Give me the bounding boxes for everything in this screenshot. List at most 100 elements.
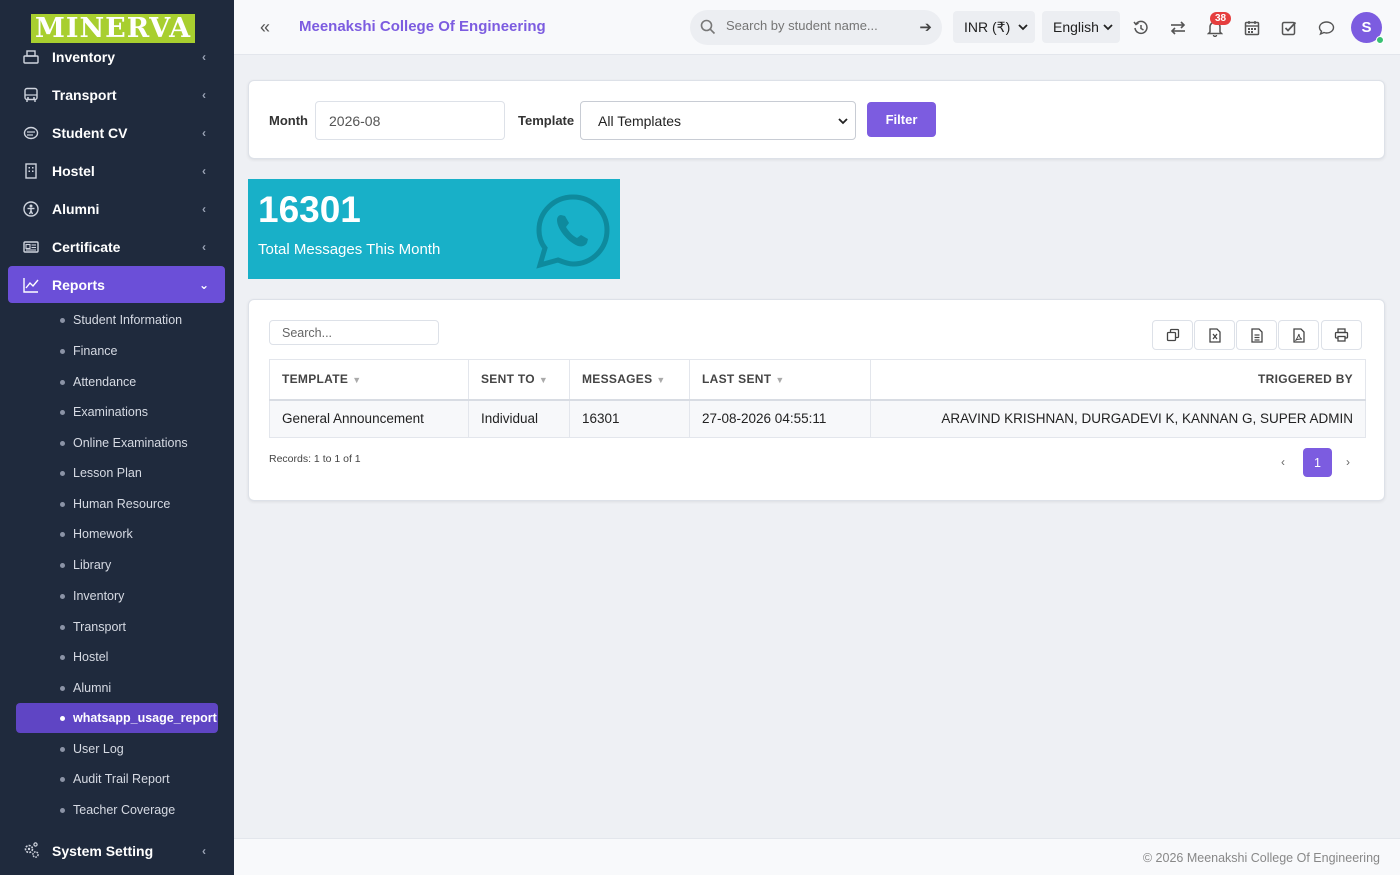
sidebar-subitem[interactable]: Homework [16, 519, 218, 549]
sidebar-subitem[interactable]: Library [16, 550, 218, 580]
bullet-icon [60, 562, 65, 568]
search-icon [700, 19, 716, 40]
chevron-left-icon: ‹ [202, 163, 206, 178]
sidebar-item-transport[interactable]: Transport ‹ [8, 76, 225, 113]
bullet-icon [60, 685, 65, 691]
sidebar-subitem[interactable]: Attendance [16, 367, 218, 397]
pdf-export-button[interactable] [1278, 320, 1319, 350]
sidebar-subitem[interactable]: Online Examinations [16, 428, 218, 458]
sidebar-item-certificate[interactable]: Certificate ‹ [8, 228, 225, 265]
sidebar-item-label: Reports [52, 276, 105, 293]
copy-button[interactable] [1152, 320, 1193, 350]
sidebar-subitem[interactable]: Audit Trail Report [16, 764, 218, 794]
bullet-icon [60, 348, 65, 354]
sidebar-subitem[interactable]: Finance [16, 336, 218, 366]
student-search[interactable]: ➔ [690, 10, 942, 45]
bullet-icon [60, 409, 65, 415]
total-messages-value: 16301 [258, 189, 361, 230]
sidebar-subitem[interactable]: Transport [16, 612, 218, 642]
cell-template: General Announcement [269, 399, 469, 438]
sidebar-item-label: Inventory [52, 48, 116, 65]
column-header-template[interactable]: TEMPLATE ▼ [269, 359, 469, 401]
arrow-right-icon[interactable]: ➔ [919, 18, 932, 36]
sidebar-subitem-whatsapp-usage-report[interactable]: whatsapp_usage_report [16, 703, 218, 733]
sidebar-item-label: Certificate [52, 238, 121, 255]
column-header-sent-to[interactable]: SENT TO ▼ [468, 359, 570, 401]
sidebar-subitem[interactable]: Alumni [16, 673, 218, 703]
bullet-icon [60, 746, 65, 752]
bullet-icon [60, 317, 65, 323]
currency-select[interactable]: INR (₹) [953, 11, 1035, 43]
certificate-icon [22, 238, 40, 256]
inventory-icon [22, 48, 40, 66]
bullet-icon [60, 654, 65, 660]
sidebar-item-alumni[interactable]: Alumni ‹ [8, 190, 225, 227]
sidebar-subitem[interactable]: Lesson Plan [16, 458, 218, 488]
logo[interactable]: MINERVA [31, 14, 195, 43]
records-info: Records: 1 to 1 of 1 [269, 453, 361, 465]
chat-icon[interactable] [1316, 18, 1336, 38]
column-header-last-sent[interactable]: LAST SENT ▼ [689, 359, 871, 401]
cell-sent-to: Individual [468, 399, 570, 438]
student-search-input[interactable] [726, 18, 906, 33]
task-check-icon[interactable] [1279, 18, 1299, 38]
table-search-input[interactable]: Search... [269, 320, 439, 345]
sort-icon: ▼ [538, 375, 549, 386]
sidebar-subitem[interactable]: Examinations [16, 397, 218, 427]
brand-area: MINERVA [0, 0, 234, 46]
collapse-sidebar-icon[interactable]: « [260, 17, 270, 38]
pagination-next-icon[interactable]: › [1346, 455, 1350, 469]
bullet-icon [60, 501, 65, 507]
cell-messages: 16301 [569, 399, 690, 438]
cv-icon [22, 124, 40, 142]
footer: © 2026 Meenakshi College Of Engineering [234, 838, 1400, 875]
sidebar-item-student-cv[interactable]: Student CV ‹ [8, 114, 225, 151]
sidebar-item-hostel[interactable]: Hostel ‹ [8, 152, 225, 189]
switch-icon[interactable] [1168, 18, 1188, 38]
online-status-dot [1376, 36, 1384, 44]
pagination-page[interactable]: 1 [1303, 448, 1332, 477]
bus-icon [22, 86, 40, 104]
print-button[interactable] [1321, 320, 1362, 350]
sidebar-item-reports[interactable]: Reports ⌄ [8, 266, 225, 303]
total-messages-card: 16301 Total Messages This Month [248, 179, 620, 279]
column-header-triggered-by[interactable]: TRIGGERED BY [870, 359, 1366, 401]
month-input[interactable]: 2026-08 [315, 101, 505, 140]
college-name[interactable]: Meenakshi College Of Engineering [299, 18, 546, 35]
csv-export-button[interactable] [1236, 320, 1277, 350]
footer-text: © 2026 Meenakshi College Of Engineering [1142, 851, 1380, 865]
chevron-down-icon: ⌄ [198, 277, 210, 292]
template-label: Template [518, 113, 575, 128]
sort-icon: ▼ [352, 375, 362, 386]
chevron-left-icon: ‹ [202, 239, 206, 254]
language-select[interactable]: English [1042, 11, 1120, 43]
cell-triggered-by: ARAVIND KRISHNAN, DURGADEVI K, KANNAN G,… [870, 399, 1366, 438]
sidebar-item-label: Alumni [52, 200, 100, 217]
table-row: General Announcement Individual 16301 27… [269, 399, 1366, 438]
pagination-prev-icon[interactable]: ‹ [1281, 455, 1285, 469]
chevron-down-icon [1017, 20, 1029, 36]
sidebar-subitem[interactable]: Human Resource [16, 489, 218, 519]
gears-icon [22, 842, 40, 860]
sidebar-subitem[interactable]: Inventory [16, 581, 218, 611]
calendar-icon[interactable] [1242, 18, 1262, 38]
sidebar: Inventory ‹ MINERVA Transport ‹ Student … [0, 0, 234, 875]
sidebar-subitem[interactable]: Student Information [16, 305, 218, 335]
column-header-messages[interactable]: MESSAGES ▼ [569, 359, 690, 401]
excel-export-button[interactable] [1194, 320, 1235, 350]
filter-button[interactable]: Filter [867, 102, 936, 137]
total-messages-label: Total Messages This Month [258, 241, 441, 258]
sidebar-subitem[interactable]: User Log [16, 734, 218, 764]
chart-line-icon [22, 276, 40, 294]
bullet-icon [60, 807, 65, 813]
sidebar-subitem[interactable]: Hostel [16, 642, 218, 672]
history-icon[interactable] [1131, 18, 1151, 38]
bullet-icon [60, 440, 65, 446]
sidebar-item-system-setting[interactable]: System Setting ‹ [8, 832, 225, 869]
chevron-left-icon: ‹ [202, 201, 206, 216]
sidebar-subitem[interactable]: Teacher Coverage [16, 795, 218, 825]
template-select[interactable]: All Templates [580, 101, 856, 140]
bullet-icon [60, 715, 65, 721]
filter-card: Month 2026-08 Template All Templates Fil… [248, 80, 1385, 159]
report-table-card: Search... TEMPLATE ▼ SENT TO ▼ MESSAGES ▼ L… [248, 299, 1385, 501]
